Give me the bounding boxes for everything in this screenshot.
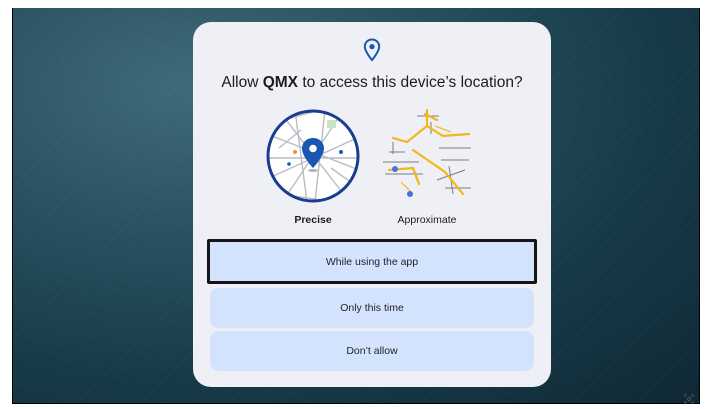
- approximate-map-icon: [383, 108, 471, 197]
- location-permission-dialog: Allow QMX to access this device’s locati…: [193, 22, 551, 387]
- precise-label: Precise: [294, 214, 332, 226]
- approximate-option[interactable]: Approximate: [379, 108, 475, 238]
- dialog-title: Allow QMX to access this device’s locati…: [221, 74, 523, 91]
- app-name: QMX: [262, 74, 299, 91]
- precise-option[interactable]: Precise: [265, 108, 361, 238]
- while-using-app-button[interactable]: While using the app: [207, 239, 537, 284]
- device-screen: Allow QMX to access this device’s locati…: [12, 8, 700, 404]
- approximate-label: Approximate: [397, 214, 457, 226]
- only-this-time-button[interactable]: Only this time: [210, 288, 534, 328]
- location-pin-icon: [363, 38, 381, 62]
- precise-map-icon: [266, 109, 360, 203]
- dont-allow-button[interactable]: Don’t allow: [210, 331, 534, 371]
- screenshot-icon[interactable]: [684, 394, 694, 404]
